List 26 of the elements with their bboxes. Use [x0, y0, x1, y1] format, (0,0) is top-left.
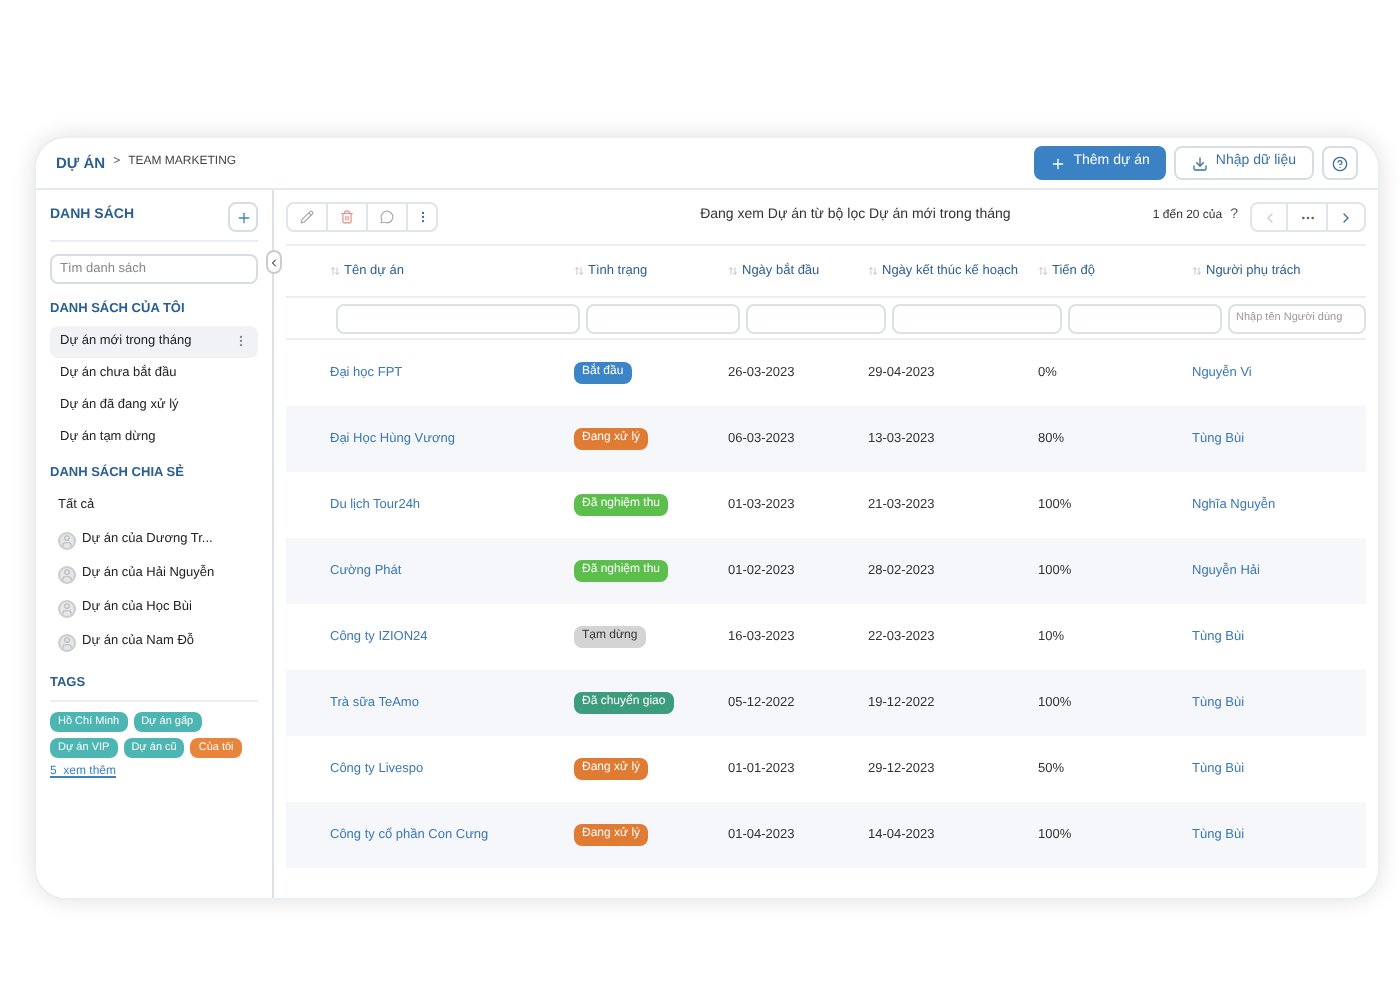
filter-input[interactable] — [586, 303, 740, 333]
avatar-icon — [58, 633, 76, 651]
trash-icon — [340, 210, 354, 224]
help-button[interactable] — [1322, 146, 1358, 180]
collapse-sidebar-button[interactable] — [266, 250, 282, 274]
help-icon — [1332, 155, 1348, 171]
pencil-icon — [300, 210, 314, 224]
comment-icon — [380, 210, 394, 224]
filter-input[interactable] — [892, 303, 1062, 333]
sort-icon[interactable] — [868, 266, 878, 276]
filter-input[interactable] — [746, 303, 886, 333]
avatar-icon — [58, 565, 76, 583]
add-list-button[interactable] — [228, 202, 258, 232]
sort-icon[interactable] — [574, 266, 584, 276]
sort-icon[interactable] — [1192, 266, 1202, 276]
filter-input[interactable] — [1068, 303, 1222, 333]
plus-icon — [235, 209, 251, 225]
sort-icon[interactable] — [728, 266, 738, 276]
plus-icon — [1049, 155, 1066, 171]
chevron-right-icon — [1338, 209, 1354, 225]
sort-icon[interactable] — [1038, 266, 1048, 276]
avatar-icon — [58, 531, 76, 549]
filter-input[interactable] — [336, 303, 580, 333]
chevron-left-icon — [268, 255, 280, 269]
sort-icon[interactable] — [330, 266, 340, 276]
avatar-icon — [58, 599, 76, 617]
